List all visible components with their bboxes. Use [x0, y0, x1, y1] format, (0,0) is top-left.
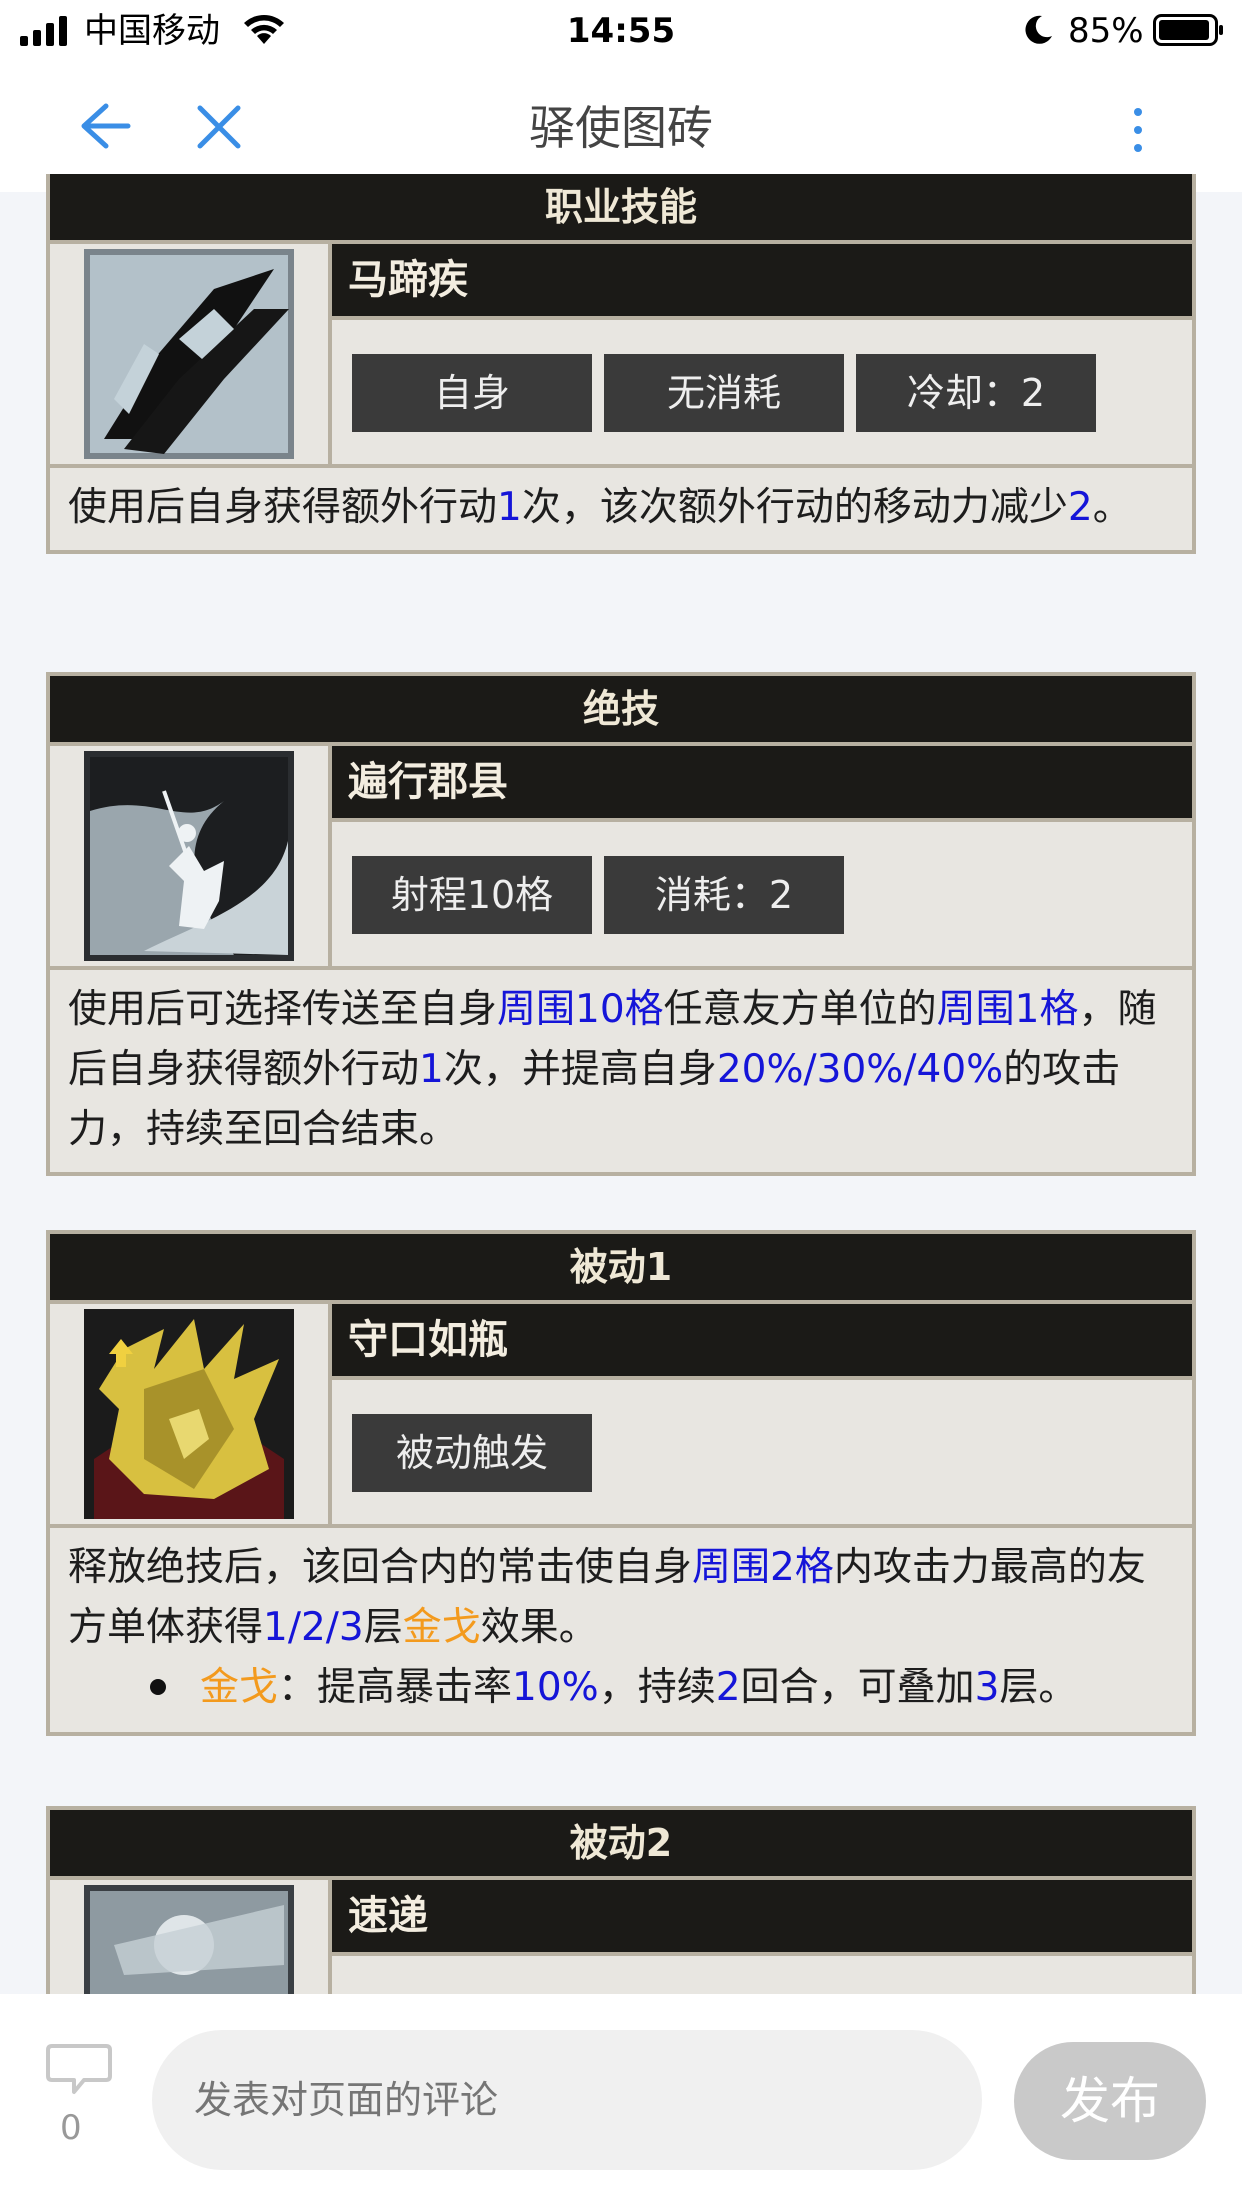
- skill-row: 遍行郡县 射程10格 消耗：2: [50, 746, 1192, 970]
- skill-card: 职业技能 马蹄疾 自身 无消耗 冷却：2 使用后自身获得额外行动1次，该次额外行…: [46, 174, 1196, 554]
- skill-description: 使用后可选择传送至自身周围10格任意友方单位的周围1格，随后自身获得额外行动1次…: [50, 970, 1192, 1172]
- desc-highlight: 周围2格: [692, 1545, 834, 1590]
- desc-text: ：提高暴击率: [278, 1665, 513, 1710]
- skill-tag: 无消耗: [604, 354, 844, 432]
- comment-bubble-icon[interactable]: [44, 2042, 114, 2098]
- desc-text: 次，并提高自身: [443, 1047, 717, 1092]
- status-bar: 中国移动 14:55 85%: [0, 0, 1242, 62]
- desc-highlight: 1: [497, 485, 522, 530]
- comment-count: 0: [60, 2108, 82, 2148]
- battery-percent: 85%: [1068, 11, 1144, 51]
- desc-highlight: 2: [1067, 485, 1093, 530]
- skill-category: 职业技能: [50, 174, 1192, 244]
- skill-category: 绝技: [50, 676, 1192, 746]
- skill-name: 遍行郡县: [332, 746, 1192, 822]
- skill-name: 马蹄疾: [332, 244, 1192, 320]
- skill-category: 被动2: [50, 1810, 1192, 1880]
- publish-button[interactable]: 发布: [1014, 2042, 1206, 2160]
- effect-bullet: 金戈：提高暴击率10%，持续2回合，可叠加3层。: [50, 1658, 1192, 1732]
- desc-text: 回合，可叠加: [740, 1665, 975, 1710]
- desc-text: 释放绝技后，该回合内的常击使自身: [68, 1545, 693, 1590]
- desc-text: 效果。: [480, 1605, 598, 1650]
- skill-info: 遍行郡县 射程10格 消耗：2: [332, 746, 1192, 966]
- skill-name: 速递: [332, 1880, 1192, 1956]
- nav-bar: 驿使图砖: [0, 62, 1242, 192]
- skill-icon-cell: [50, 746, 332, 966]
- skill-tag: 自身: [352, 354, 592, 432]
- golden-shield-flame-icon: [84, 1309, 294, 1519]
- skill-tags: 射程10格 消耗：2: [332, 822, 1192, 934]
- clock: 14:55: [566, 11, 676, 51]
- desc-highlight: 周围1格: [936, 987, 1079, 1032]
- skill-tag: 被动触发: [352, 1414, 592, 1492]
- armor-slash-icon: [84, 249, 294, 459]
- comment-input[interactable]: [152, 2030, 982, 2170]
- desc-text: 次，该次额外行动的移动力减少: [521, 485, 1068, 530]
- skill-description: 释放绝技后，该回合内的常击使自身周围2格内攻击力最高的友方单体获得1/2/3层金…: [50, 1528, 1192, 1658]
- desc-keyword: 金戈: [402, 1605, 481, 1650]
- horse-rider-icon: [84, 751, 294, 961]
- desc-text: 使用后可选择传送至自身: [68, 987, 498, 1032]
- desc-text: 层: [363, 1605, 403, 1650]
- desc-text: ，持续: [598, 1665, 716, 1710]
- skill-row: 马蹄疾 自身 无消耗 冷却：2: [50, 244, 1192, 468]
- desc-text: 任意友方单位的: [663, 987, 937, 1032]
- skill-row: 守口如瓶 被动触发: [50, 1304, 1192, 1528]
- skill-tags: 被动触发: [332, 1380, 1192, 1492]
- desc-highlight: 10%: [512, 1665, 599, 1710]
- page-title: 驿使图砖: [529, 101, 713, 155]
- desc-text: 。: [1092, 485, 1132, 530]
- more-icon[interactable]: [1124, 102, 1152, 158]
- skill-description: 使用后自身获得额外行动1次，该次额外行动的移动力减少2。: [50, 468, 1192, 550]
- skill-info: 守口如瓶 被动触发: [332, 1304, 1192, 1524]
- comment-bar: 0 发布: [0, 1994, 1242, 2208]
- desc-highlight: 1: [419, 1047, 444, 1092]
- skill-tag: 射程10格: [352, 856, 592, 934]
- desc-highlight: 周围10格: [497, 987, 664, 1032]
- skill-category: 被动1: [50, 1234, 1192, 1304]
- desc-highlight: 3: [974, 1665, 1000, 1710]
- moon-icon: [1025, 15, 1052, 44]
- skill-tags: 自身 无消耗 冷却：2: [332, 320, 1192, 432]
- skill-info: 马蹄疾 自身 无消耗 冷却：2: [332, 244, 1192, 464]
- skill-card: 被动1 守口如瓶 被动触发 释放绝技后，该回合内的常击使自身周围2格内攻击力最高…: [46, 1230, 1196, 1736]
- desc-highlight: 1/2/3: [263, 1605, 364, 1650]
- skill-card: 绝技 遍行郡县 射程10格 消耗：2 使用后可选择传送至自身周围10格任意友方单…: [46, 672, 1196, 1176]
- battery-icon: [1153, 14, 1223, 46]
- desc-text: 使用后自身获得额外行动: [68, 485, 498, 530]
- skill-tag: 冷却：2: [856, 354, 1096, 432]
- desc-text: 层。: [999, 1665, 1078, 1710]
- skill-icon-cell: [50, 1304, 332, 1524]
- skill-name: 守口如瓶: [332, 1304, 1192, 1380]
- skill-tag: 消耗：2: [604, 856, 844, 934]
- desc-highlight: 20%/30%/40%: [716, 1047, 1004, 1092]
- desc-highlight: 2: [715, 1665, 741, 1710]
- effect-keyword: 金戈: [200, 1665, 279, 1710]
- bullet-dot: [150, 1678, 166, 1695]
- skill-icon-cell: [50, 244, 332, 464]
